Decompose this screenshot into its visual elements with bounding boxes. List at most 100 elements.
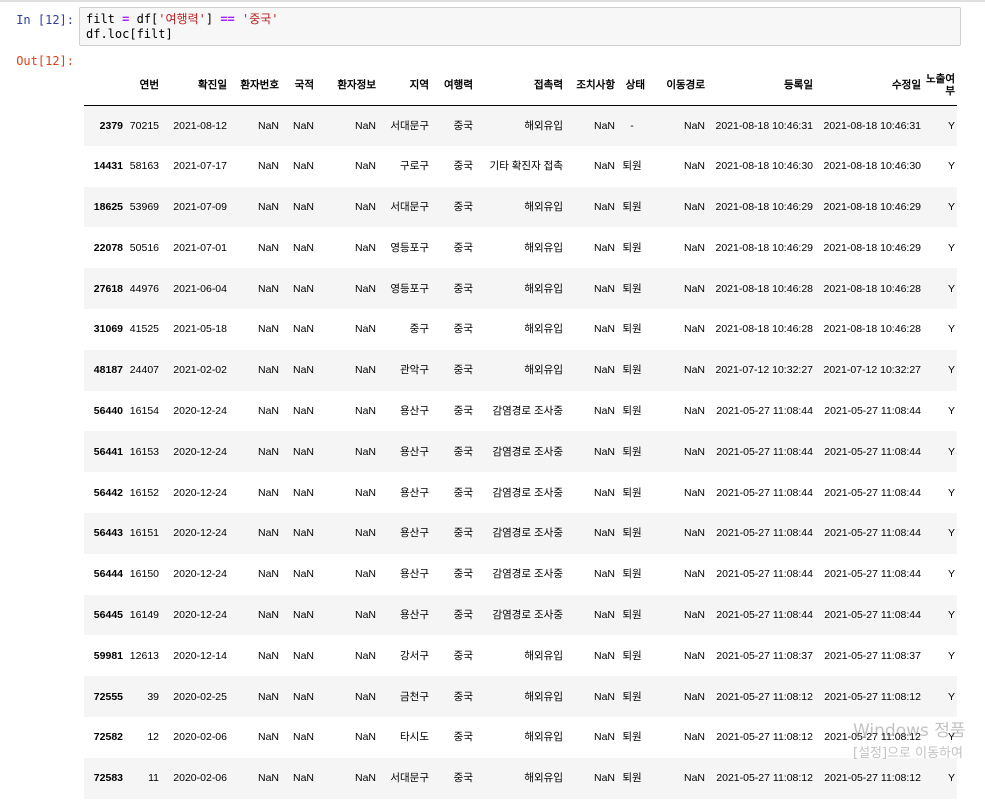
table-cell: Y — [947, 323, 955, 336]
output-prompt: Out[12]: — [16, 54, 74, 68]
table-cell: 2021-05-27 11:08:12 — [824, 690, 921, 703]
table-cell: 2020-12-24 — [173, 568, 227, 581]
table-cell: 2021-08-18 10:46:29 — [823, 241, 922, 254]
column-header: 상태 — [625, 78, 645, 91]
code-filter-value: '중국' — [234, 12, 279, 26]
table-cell: NaN — [683, 160, 705, 173]
table-cell: 감염경로 조사중 — [492, 568, 563, 581]
table-cell: 2021-08-18 10:46:28 — [823, 323, 922, 336]
table-cell: 2021-05-18 — [173, 323, 227, 336]
table-cell: NaN — [683, 119, 705, 132]
column-header: 확진일 — [198, 78, 227, 91]
column-header: 지역 — [409, 78, 429, 91]
table-cell: 2020-02-25 — [173, 690, 227, 703]
table-cell: NaN — [683, 568, 705, 581]
table-cell: NaN — [354, 282, 376, 295]
table-cell: 2021-05-27 11:08:44 — [824, 608, 921, 621]
table-cell: 2021-05-27 11:08:44 — [824, 568, 921, 581]
column-header: 이동경로 — [666, 78, 705, 91]
table-cell: 24407 — [129, 364, 159, 377]
output-area[interactable]: 연번 확진일 환자번호 국적 환자정보 지역 여행력 접촉력 조치사항 상태 이동경로 등록일 수정일 노… — [80, 60, 964, 812]
table-cell: NaN — [257, 731, 279, 744]
table-cell: 2021-05-27 11:08:44 — [824, 527, 921, 540]
table-cell: 2021-05-27 11:08:44 — [824, 486, 921, 499]
table-cell: 2021-05-27 11:08:37 — [824, 649, 921, 662]
table-cell: NaN — [354, 445, 376, 458]
table-cell: NaN — [683, 364, 705, 377]
table-cell: 16150 — [129, 568, 159, 581]
table-cell: 퇴원 — [622, 282, 642, 295]
row-index: 72583 — [93, 772, 123, 785]
table-cell: NaN — [292, 241, 314, 254]
table-cell: NaN — [292, 445, 314, 458]
table-cell: NaN — [354, 608, 376, 621]
table-cell: NaN — [354, 323, 376, 336]
table-cell: 퇴원 — [622, 772, 642, 785]
table-cell: NaN — [257, 323, 279, 336]
watermark-title: Windows 정품 — [853, 721, 966, 741]
table-cell: NaN — [257, 690, 279, 703]
table-cell: 중국 — [453, 200, 473, 213]
table-cell: 퇴원 — [622, 364, 642, 377]
row-index: 56442 — [93, 486, 123, 499]
table-cell: 2021-05-27 11:08:44 — [716, 608, 813, 621]
table-cell: NaN — [354, 568, 376, 581]
table-cell: NaN — [683, 404, 705, 417]
table-cell: Y — [947, 241, 955, 254]
table-cell: NaN — [683, 731, 705, 744]
table-row: 56442 16152 2020-12-24 NaN NaN NaN 용산구 중국 감염경로 조… — [84, 472, 957, 513]
table-cell: 퇴원 — [622, 649, 642, 662]
table-cell: NaN — [257, 608, 279, 621]
table-cell: NaN — [593, 608, 615, 621]
table-cell: 2021-05-27 11:08:44 — [716, 568, 813, 581]
table-cell: 2020-12-14 — [173, 649, 227, 662]
table-cell: 2020-12-24 — [173, 486, 227, 499]
table-cell: 퇴원 — [622, 486, 642, 499]
table-cell: 2021-07-17 — [173, 160, 227, 173]
table-cell: 퇴원 — [622, 200, 642, 213]
table-row: 56444 16150 2020-12-24 NaN NaN NaN 용산구 중국 감염경로 조… — [84, 554, 957, 595]
table-cell: NaN — [354, 772, 376, 785]
row-index: 56441 — [93, 445, 123, 458]
table-cell: NaN — [354, 119, 376, 132]
table-cell: 해외유입 — [524, 119, 563, 132]
row-index: 18625 — [93, 200, 123, 213]
table-cell: 2021-08-18 10:46:31 — [823, 119, 922, 132]
code-cell-input[interactable]: filt = df['여행력'] == '중국' df.loc[filt] — [79, 7, 961, 46]
table-cell: 2021-05-27 11:08:12 — [824, 772, 921, 785]
table-cell: NaN — [683, 282, 705, 295]
table-cell: 2021-05-27 11:08:44 — [716, 527, 813, 540]
row-index: 56444 — [93, 568, 123, 581]
table-row: 56441 16153 2020-12-24 NaN NaN NaN 용산구 중국 감염경로 조… — [84, 431, 957, 473]
row-index: 56440 — [93, 404, 123, 417]
table-cell: 2021-08-18 10:46:31 — [715, 119, 814, 132]
table-cell: 2021-08-18 10:46:30 — [823, 160, 922, 173]
table-cell: NaN — [593, 445, 615, 458]
table-cell: 해외유입 — [524, 200, 563, 213]
table-cell: NaN — [354, 486, 376, 499]
table-cell: NaN — [292, 649, 314, 662]
table-cell: 중국 — [453, 241, 473, 254]
table-cell: 2021-05-27 11:08:44 — [824, 404, 921, 417]
table-cell: NaN — [257, 445, 279, 458]
table-cell: 기타 확진자 접촉 — [489, 160, 563, 173]
table-cell: 2021-07-12 10:32:27 — [715, 364, 814, 377]
table-cell: 2021-08-18 10:46:28 — [823, 282, 922, 295]
table-cell: 2021-08-18 10:46:28 — [715, 323, 814, 336]
row-index: 72582 — [93, 731, 123, 744]
table-cell: 2020-12-24 — [173, 608, 227, 621]
watermark-subtitle: [설정]으로 이동하여 — [853, 746, 963, 761]
table-cell: 퇴원 — [622, 323, 642, 336]
table-row: 14431 58163 2021-07-17 NaN NaN NaN 구로구 중국 기타 확진자… — [84, 146, 957, 187]
table-cell: 2021-05-27 11:08:12 — [716, 731, 813, 744]
table-cell: Y — [947, 527, 955, 540]
table-cell: 감염경로 조사중 — [492, 486, 563, 499]
table-cell: 퇴원 — [622, 608, 642, 621]
table-cell: NaN — [683, 608, 705, 621]
table-cell: 중국 — [453, 486, 473, 499]
table-cell: NaN — [292, 690, 314, 703]
code-operator: == — [220, 12, 235, 26]
table-cell: 2020-12-24 — [173, 404, 227, 417]
table-row: 72582 12 2020-02-06 NaN NaN NaN 타시도 중국 해외유입 NaN 퇴원… — [84, 717, 957, 758]
row-index: 48187 — [93, 364, 123, 377]
